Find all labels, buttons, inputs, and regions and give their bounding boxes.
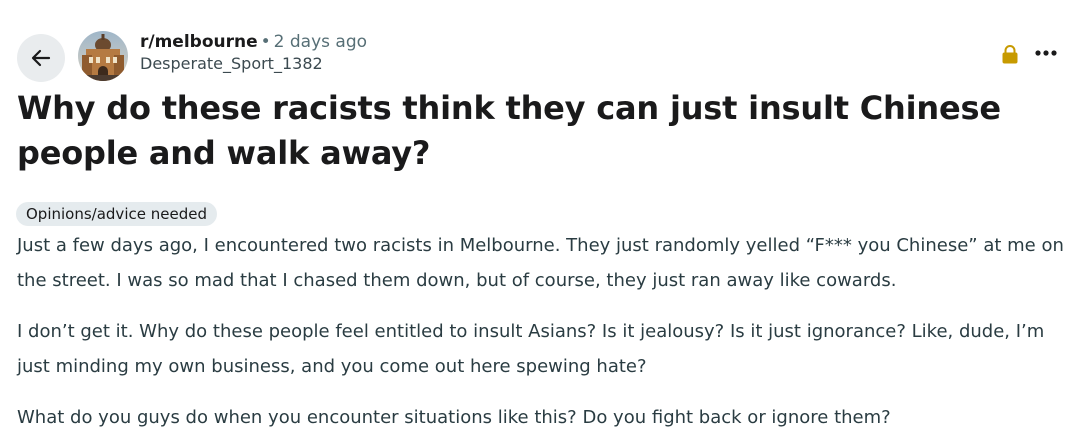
back-button[interactable] [17,34,65,82]
post-header: r/melbourne • 2 days ago Desperate_Sport_1… [17,28,1063,82]
lock-icon [1001,44,1019,64]
more-horizontal-icon [1035,50,1057,56]
post-body-paragraph-2: I don’t get it. Why do these people feel… [17,321,1045,377]
post-timestamp: 2 days ago [273,32,368,52]
post-meta: r/melbourne • 2 days ago Desperate_Sport_1… [140,32,367,74]
post-body-paragraph-3: What do you guys do when you encounter s… [17,407,891,428]
more-options-button[interactable] [1031,40,1061,66]
arrow-left-icon [31,49,51,67]
post-title: Why do these racists think they can just… [17,89,1001,172]
post-body-paragraph-1: Just a few days ago, I encountered two r… [17,235,1064,291]
post-flair[interactable]: Opinions/advice needed [16,202,217,226]
author-link[interactable]: Desperate_Sport_1382 [140,54,367,74]
subreddit-link[interactable]: r/melbourne [140,32,258,52]
meta-separator: • [260,32,271,52]
subreddit-avatar[interactable] [78,31,128,81]
